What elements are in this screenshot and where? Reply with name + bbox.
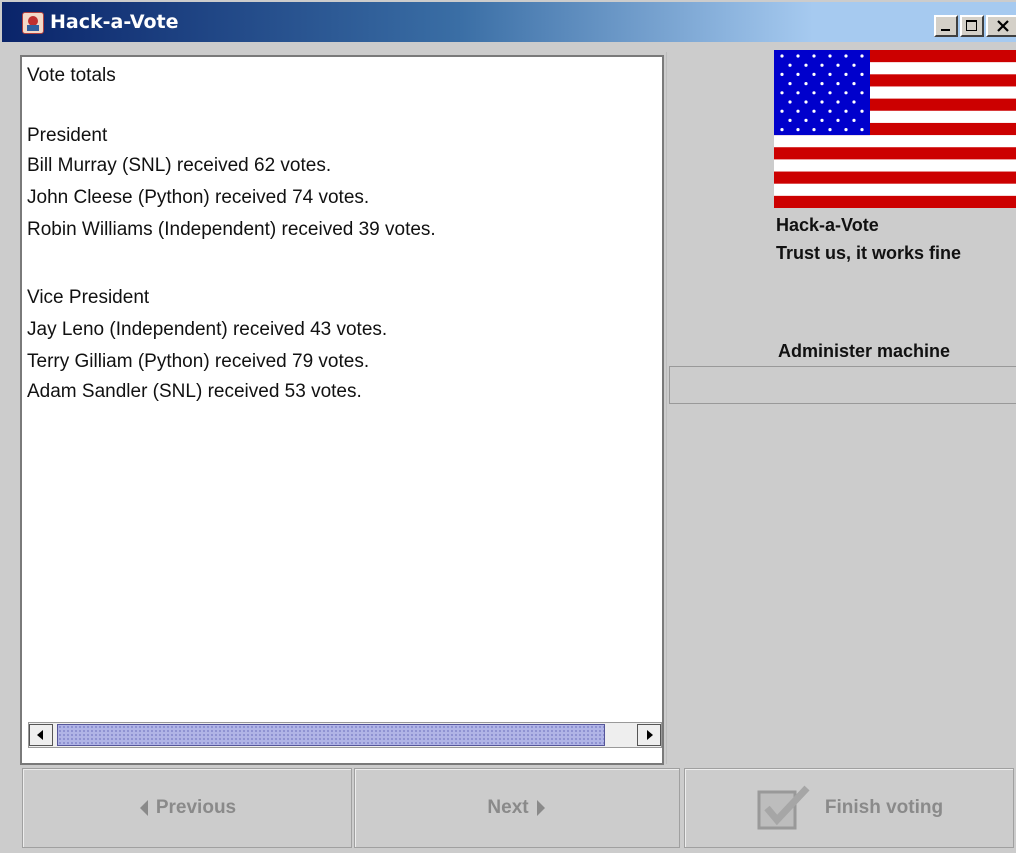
next-button-label: Next xyxy=(487,797,529,818)
administer-machine-label: Administer machine xyxy=(778,341,951,361)
close-icon xyxy=(997,20,1009,32)
arrow-left-icon xyxy=(139,800,148,816)
close-button[interactable] xyxy=(986,15,1016,37)
app-window: Hack-a-Vote Vote totals President Bill M… xyxy=(0,0,1016,853)
arrow-right-icon xyxy=(647,730,653,740)
scroll-right-button[interactable] xyxy=(637,724,661,746)
vote-totals-text-area[interactable]: Vote totals President Bill Murray (SNL) … xyxy=(20,55,664,765)
previous-button[interactable]: Previous xyxy=(22,768,352,848)
arrow-right-icon xyxy=(536,800,545,816)
window-title: Hack-a-Vote xyxy=(50,11,179,33)
scroll-thumb[interactable] xyxy=(57,724,605,746)
app-name-label: Hack-a-Vote xyxy=(776,215,879,235)
minimize-icon xyxy=(941,29,950,31)
text-line: Bill Murray (SNL) received 62 votes. xyxy=(27,155,332,176)
text-line: Adam Sandler (SNL) received 53 votes. xyxy=(27,381,362,402)
maximize-icon xyxy=(966,20,977,31)
text-line: John Cleese (Python) received 74 votes. xyxy=(27,187,370,208)
text-line: Robin Williams (Independent) received 39… xyxy=(27,219,436,240)
horizontal-scrollbar[interactable] xyxy=(28,722,662,748)
text-line: Jay Leno (Independent) received 43 votes… xyxy=(27,319,388,340)
previous-button-label: Previous xyxy=(155,797,237,818)
maximize-button[interactable] xyxy=(960,15,984,37)
admin-input-field[interactable] xyxy=(669,366,1016,404)
text-line: Terry Gilliam (Python) received 79 votes… xyxy=(27,351,370,372)
finish-voting-button[interactable]: Finish voting xyxy=(684,768,1014,848)
scroll-left-button[interactable] xyxy=(29,724,53,746)
minimize-button[interactable] xyxy=(934,15,958,37)
arrow-left-icon xyxy=(37,730,43,740)
next-button[interactable]: Next xyxy=(354,768,680,848)
text-line: Vice President xyxy=(27,287,150,308)
slogan-label: Trust us, it works fine xyxy=(776,243,962,263)
title-bar[interactable]: Hack-a-Vote xyxy=(2,2,1016,42)
text-line: Vote totals xyxy=(27,65,116,86)
divider xyxy=(666,52,667,764)
text-line: President xyxy=(27,125,108,146)
us-flag-image xyxy=(774,50,1016,208)
finish-voting-label: Finish voting xyxy=(824,797,944,818)
app-icon xyxy=(22,12,44,34)
checkbox-check-icon xyxy=(755,782,813,834)
